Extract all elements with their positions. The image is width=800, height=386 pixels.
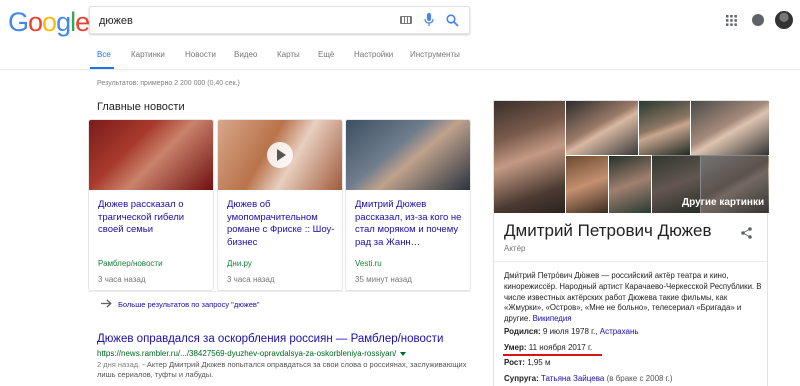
- tab-settings[interactable]: Настройки: [354, 50, 393, 59]
- kp-image[interactable]: [639, 101, 690, 155]
- tab-all[interactable]: Все: [90, 50, 114, 69]
- news-card[interactable]: Дюжев об умопомрачительном романе с Фрис…: [217, 119, 343, 291]
- news-source: Vesti.ru: [355, 259, 382, 268]
- keyboard-icon[interactable]: [400, 16, 412, 24]
- arrow-right-icon: [101, 299, 112, 308]
- more-news-label[interactable]: Больше результатов по запросу "дюжев": [118, 300, 260, 309]
- kp-main-image[interactable]: [494, 101, 565, 213]
- logo-letter: o: [42, 7, 57, 37]
- result-url-text: https://news.rambler.ru/.../38427569-dyu…: [97, 349, 397, 358]
- kp-image[interactable]: [609, 156, 651, 213]
- header: Google Все Картинки Новости Видео Карты …: [0, 0, 800, 70]
- play-icon[interactable]: [267, 142, 293, 168]
- kp-fact-spouse: Супруга: Татьяна Зайцева (в браке с 2008…: [504, 374, 673, 383]
- fact-value: 9 июля 1978 г.,: [542, 327, 598, 336]
- result-title[interactable]: Дюжев оправдался за оскорбления россиян …: [97, 333, 443, 345]
- news-time: 35 минут назад: [355, 275, 412, 284]
- fact-label: Родился:: [504, 327, 541, 336]
- kp-fact-height: Рост: 1,95 м: [504, 358, 550, 367]
- knowledge-panel: Другие картинки Дмитрий Петрович Дюжев А…: [493, 100, 769, 386]
- search-input[interactable]: [99, 12, 389, 30]
- share-icon[interactable]: [741, 227, 752, 239]
- fact-value: 1,95 м: [527, 358, 551, 367]
- news-thumbnail[interactable]: [89, 120, 213, 190]
- google-logo[interactable]: Google: [8, 7, 90, 38]
- highlight-underline: [503, 354, 602, 356]
- kp-description: Дми́трий Петро́вич Дю́жев — российский а…: [504, 271, 762, 325]
- kp-image[interactable]: [566, 156, 608, 213]
- search-icon[interactable]: [446, 14, 459, 27]
- logo-letter: g: [56, 7, 71, 37]
- result-date: 2 дня назад.: [97, 360, 141, 369]
- news-card[interactable]: Дмитрий Дюжев рассказал, из-за кого не с…: [345, 119, 471, 291]
- result-stats: Результатов: примерно 2 200 000 (0,40 се…: [97, 80, 240, 87]
- kp-more-images-label[interactable]: Другие картинки: [682, 197, 764, 208]
- top-stories-heading: Главные новости: [97, 101, 185, 113]
- news-source: Дни.ру: [227, 259, 252, 268]
- fact-note: (в браке с 2008 г.): [606, 374, 673, 383]
- news-source: Рамблер/новости: [98, 259, 163, 268]
- news-title[interactable]: Дмитрий Дюжев рассказал, из-за кого не с…: [355, 199, 467, 249]
- tab-images[interactable]: Картинки: [131, 50, 165, 59]
- kp-subtitle: Актёр: [504, 244, 526, 253]
- kp-fact-died: Умер: 11 ноября 2017 г.: [504, 343, 592, 352]
- microphone-icon[interactable]: [424, 13, 434, 27]
- news-time: 3 часа назад: [227, 275, 275, 284]
- tab-more[interactable]: Ещё: [318, 50, 334, 59]
- result-snippet-text: - Актер Дмитрий Дюжев попытался оправдат…: [97, 360, 467, 379]
- apps-grid-icon[interactable]: [726, 15, 737, 26]
- fact-label: Супруга:: [504, 374, 539, 383]
- tab-tools[interactable]: Инструменты: [410, 50, 460, 59]
- notifications-icon[interactable]: [752, 14, 764, 26]
- news-thumbnail[interactable]: [218, 120, 342, 190]
- tab-news[interactable]: Новости: [185, 50, 216, 59]
- fact-label: Рост:: [504, 358, 525, 367]
- kp-wiki-link[interactable]: Википедия: [533, 314, 572, 323]
- news-title[interactable]: Дюжев об умопомрачительном романе с Фрис…: [227, 199, 339, 249]
- fact-link[interactable]: Астрахань: [600, 327, 639, 336]
- logo-letter: G: [8, 7, 29, 37]
- search-box[interactable]: [89, 6, 470, 34]
- divider: [494, 261, 767, 262]
- news-card[interactable]: Дюжев рассказал о трагической гибели сво…: [88, 119, 214, 291]
- result-url: https://news.rambler.ru/.../38427569-dyu…: [97, 349, 407, 358]
- fact-label: Умер:: [504, 343, 527, 352]
- more-news-link[interactable]: Больше результатов по запросу "дюжев": [88, 291, 471, 317]
- news-time: 3 часа назад: [98, 275, 146, 284]
- tab-active-indicator: [90, 67, 114, 69]
- fact-link[interactable]: Татьяна Зайцева: [541, 374, 604, 383]
- caret-down-icon[interactable]: [400, 351, 407, 356]
- fact-value: 11 ноября 2017 г.: [528, 343, 593, 352]
- logo-letter: o: [28, 7, 43, 37]
- logo-letter: e: [75, 7, 90, 37]
- news-title[interactable]: Дюжев рассказал о трагической гибели сво…: [98, 199, 210, 237]
- kp-fact-born: Родился: 9 июля 1978 г., Астрахань: [504, 327, 639, 336]
- tab-video[interactable]: Видео: [234, 50, 257, 59]
- result-snippet: 2 дня назад. - Актер Дмитрий Дюжев попыт…: [97, 360, 467, 380]
- kp-image[interactable]: [566, 101, 638, 155]
- tab-maps[interactable]: Карты: [277, 50, 300, 59]
- kp-title: Дмитрий Петрович Дюжев: [504, 221, 712, 240]
- avatar[interactable]: [775, 11, 793, 29]
- kp-image[interactable]: [691, 101, 769, 155]
- top-stories-carousel: Дюжев рассказал о трагической гибели сво…: [88, 119, 471, 291]
- news-thumbnail[interactable]: [346, 120, 470, 190]
